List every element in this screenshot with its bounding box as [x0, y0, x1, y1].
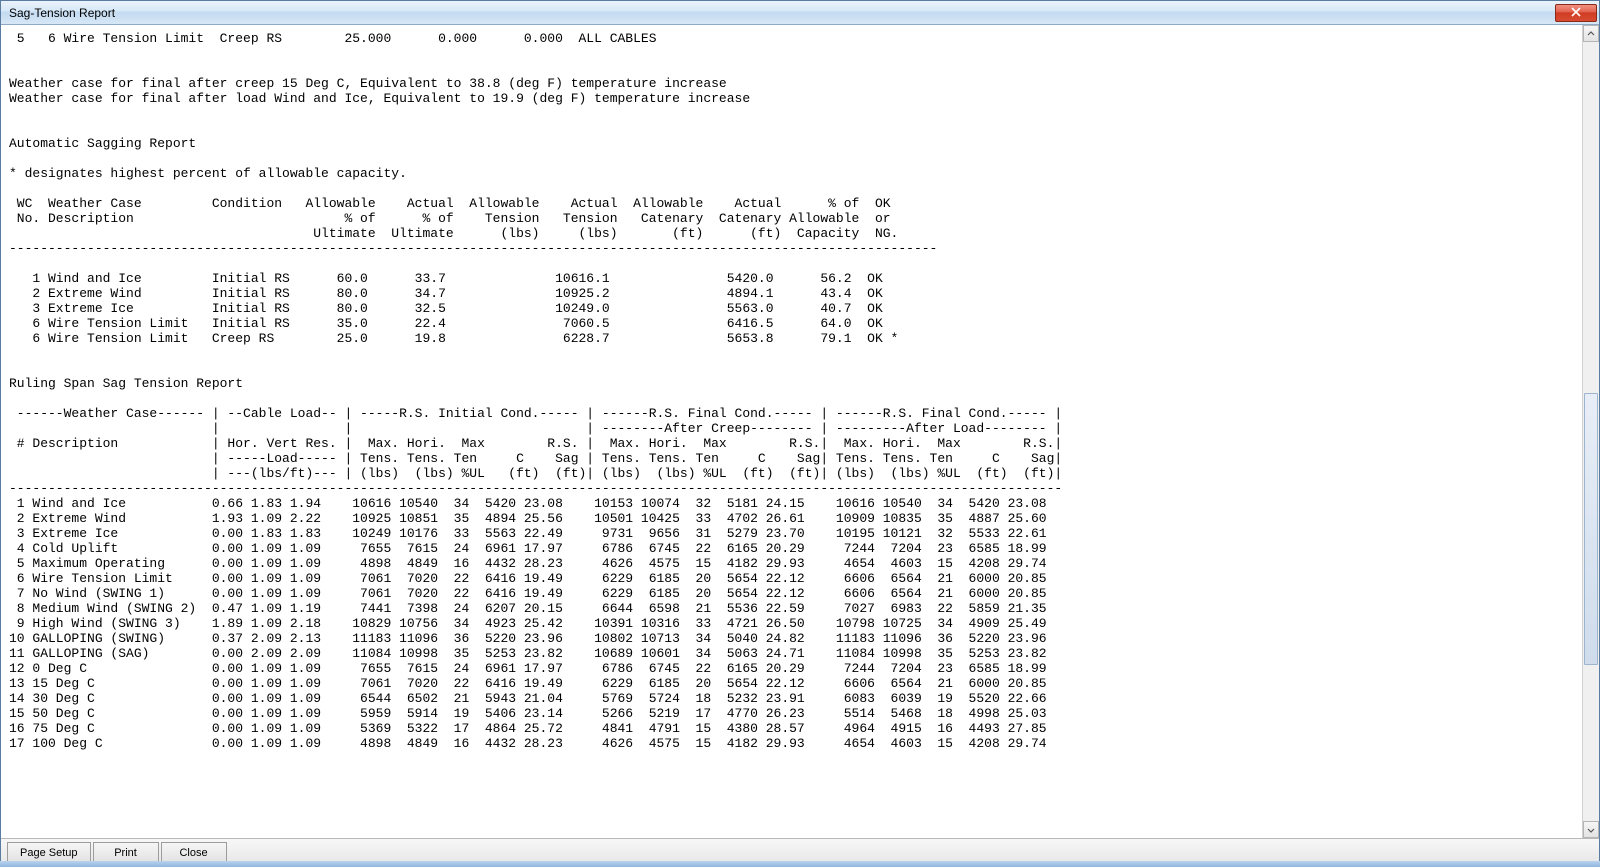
print-button[interactable]: Print	[93, 842, 159, 863]
scroll-thumb[interactable]	[1584, 393, 1598, 666]
window-close-button[interactable]	[1555, 4, 1597, 22]
content-area: 5 6 Wire Tension Limit Creep RS 25.000 0…	[1, 25, 1599, 838]
report-scroll-area[interactable]: 5 6 Wire Tension Limit Creep RS 25.000 0…	[1, 25, 1582, 838]
vertical-scrollbar[interactable]	[1582, 25, 1599, 838]
window-title: Sag-Tension Report	[9, 6, 1555, 20]
chevron-up-icon	[1587, 25, 1595, 43]
page-setup-button[interactable]: Page Setup	[7, 842, 91, 863]
titlebar[interactable]: Sag-Tension Report	[1, 1, 1599, 25]
close-icon	[1571, 6, 1581, 20]
chevron-down-icon	[1587, 821, 1595, 839]
report-window: Sag-Tension Report 5 6 Wire Tension Limi…	[0, 0, 1600, 867]
report-text: 5 6 Wire Tension Limit Creep RS 25.000 0…	[9, 31, 1574, 751]
bottom-accent-bar	[0, 861, 1600, 867]
scroll-up-button[interactable]	[1583, 25, 1599, 42]
close-button[interactable]: Close	[161, 842, 227, 863]
scroll-track[interactable]	[1583, 42, 1599, 821]
scroll-down-button[interactable]	[1583, 821, 1599, 838]
